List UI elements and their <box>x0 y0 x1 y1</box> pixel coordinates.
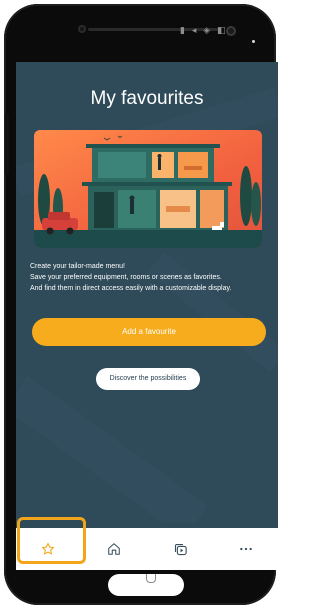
home-icon <box>108 543 120 555</box>
nav-more[interactable] <box>216 528 276 570</box>
indicator-dot <box>252 40 255 43</box>
bottom-navigation <box>16 517 278 570</box>
front-camera <box>78 25 86 33</box>
phone-frame: ▮ ◂ ◈ ◧ My favourites Create your tailor… <box>4 4 278 605</box>
play-scenes-icon <box>174 543 187 555</box>
add-favourite-button[interactable]: Add a favourite <box>32 318 266 346</box>
discover-possibilities-button[interactable]: Discover the possibilities <box>96 368 200 390</box>
intro-line-2: Save your preferred equipment, rooms or … <box>30 274 222 281</box>
intro-line-1: Create your tailor-made menu! <box>30 263 125 270</box>
app-screen: My favourites Create your tailor-made me… <box>16 62 278 570</box>
side-button <box>5 114 9 174</box>
nav-home[interactable] <box>84 528 144 570</box>
intro-line-3: And find them in direct access easily wi… <box>30 285 232 292</box>
intro-text: Create your tailor-made menu! Save your … <box>30 261 270 294</box>
home-button-notch <box>146 574 156 583</box>
page-title: My favourites <box>90 88 204 109</box>
more-dots-icon <box>240 547 252 551</box>
proximity-sensor <box>226 26 236 36</box>
house-illustration <box>34 130 262 248</box>
hardware-home-button[interactable] <box>108 574 184 596</box>
status-icons: ▮ ◂ ◈ ◧ <box>180 26 228 36</box>
nav-scenes[interactable] <box>150 528 210 570</box>
active-tab-highlight <box>17 517 86 564</box>
